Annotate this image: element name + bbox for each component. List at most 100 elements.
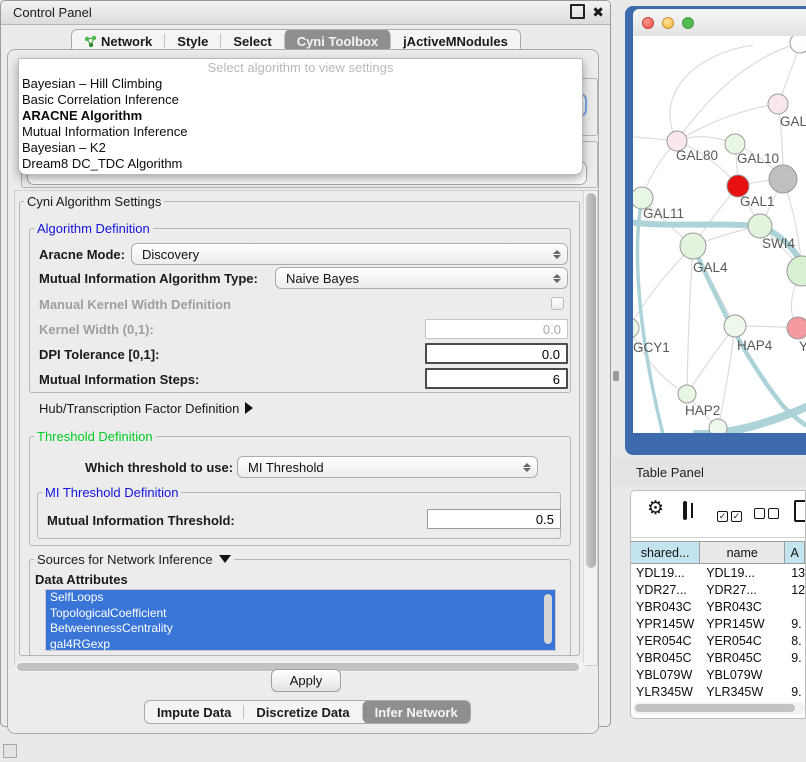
mi-type-combobox[interactable]: Naive Bayes (275, 267, 568, 289)
tab-label: Impute Data (157, 705, 231, 720)
algorithm-definition-title: Algorithm Definition (34, 221, 153, 236)
control-panel-titlebar[interactable]: Control Panel ✖ (1, 1, 610, 25)
network-node-label: GCY1 (633, 340, 670, 355)
table-row[interactable]: YBR043CYBR043C (631, 598, 805, 615)
tab-discretize-data[interactable]: Discretize Data (244, 701, 361, 723)
network-node-gal[interactable] (768, 94, 788, 114)
sources-title[interactable]: Sources for Network Inference (34, 552, 234, 567)
dropdown-item[interactable]: Dream8 DC_TDC Algorithm (19, 156, 582, 172)
aracne-mode-combobox[interactable]: Discovery (131, 243, 568, 265)
tab-infer-network[interactable]: Infer Network (363, 701, 470, 723)
table-horizontal-scrollbar[interactable] (633, 702, 805, 714)
panel-splitter-handle[interactable] (613, 371, 619, 381)
dropdown-item[interactable]: Mutual Information Inference (19, 124, 582, 140)
select-all-checks-icon[interactable]: ✓✓ (717, 507, 745, 522)
network-window-titlebar[interactable] (633, 9, 806, 36)
new-table-document-icon[interactable] (794, 500, 806, 522)
dropdown-item[interactable]: Bayesian – K2 (19, 140, 582, 156)
network-node-label: GAL1 (740, 194, 775, 209)
table-cell: 13 (785, 564, 805, 581)
table-settings-gear-icon[interactable]: ⚙ (647, 498, 664, 520)
network-node-hap2[interactable] (678, 385, 696, 403)
table-scrollbar-thumb[interactable] (635, 704, 795, 712)
dropdown-item[interactable]: Basic Correlation Inference (19, 92, 582, 108)
attribute-list-item[interactable]: TopologicalCoefficient (46, 606, 555, 622)
table-body: YDL19...YDL19...13YDR27...YDR27...12YBR0… (631, 564, 805, 715)
table-cell: 9. (785, 615, 805, 632)
table-toolbar: ⚙ ✓✓ (631, 491, 805, 538)
network-node-hap4[interactable] (724, 315, 746, 337)
network-node-label: Y (799, 339, 806, 354)
table-cell: YER054C (631, 632, 700, 649)
list-scrollbar-thumb[interactable] (544, 594, 552, 644)
settings-vertical-scrollbar[interactable] (583, 191, 597, 665)
docked-panel-chip[interactable] (3, 744, 17, 758)
table-cell: YBR043C (700, 598, 785, 615)
network-canvas[interactable]: GALGAL80GAL10GAL11GAL1GAL4SWI4GCY1HAP4YH… (633, 36, 806, 433)
network-node-label: GAL80 (676, 148, 718, 163)
tab-impute-data[interactable]: Impute Data (145, 701, 243, 723)
zoom-traffic-light[interactable] (682, 17, 694, 29)
dpi-tolerance-field[interactable]: 0.0 (425, 343, 568, 364)
split-columns-icon[interactable] (683, 501, 687, 520)
collapsed-arrow-icon (245, 402, 253, 414)
window-title: Control Panel (13, 5, 92, 20)
which-threshold-combobox[interactable]: MI Threshold (237, 456, 538, 478)
dropdown-item[interactable]: Bayesian – Hill Climbing (19, 76, 582, 92)
tab-label: Cyni Toolbox (297, 34, 378, 49)
table-cell: 12 (785, 581, 805, 598)
network-node-label: GAL10 (737, 151, 779, 166)
table-row[interactable]: YER054CYER054C8. (631, 632, 805, 649)
table-cell: YBR045C (700, 649, 785, 666)
manual-kernel-label: Manual Kernel Width Definition (39, 297, 231, 312)
vertical-scrollbar-thumb[interactable] (586, 193, 596, 568)
mi-steps-field[interactable]: 6 (425, 368, 568, 389)
mi-threshold-field[interactable]: 0.5 (427, 509, 561, 529)
kernel-width-field[interactable]: 0.0 (425, 319, 568, 339)
column-header[interactable]: name (700, 542, 785, 563)
table-row[interactable]: YDL19...YDL19...13 (631, 564, 805, 581)
table-cell: 9. (785, 683, 805, 700)
float-window-icon[interactable] (570, 4, 585, 19)
network-node[interactable] (790, 36, 806, 53)
dropdown-item[interactable]: ARACNE Algorithm (19, 108, 582, 124)
network-node-gcy1[interactable] (633, 318, 639, 338)
close-traffic-light[interactable] (642, 17, 654, 29)
table-cell: YLR345W (700, 683, 785, 700)
table-row[interactable]: YBR045CYBR045C9. (631, 649, 805, 666)
network-node-y[interactable] (787, 317, 806, 339)
table-cell: YBL079W (631, 666, 700, 683)
network-node[interactable] (769, 165, 797, 193)
table-cell (785, 666, 805, 683)
column-header[interactable]: A (785, 542, 805, 563)
dpi-tolerance-label: DPI Tolerance [0,1]: (39, 347, 159, 362)
network-node-label: HAP4 (737, 338, 773, 353)
network-node-gal4[interactable] (680, 233, 706, 259)
table-cell: YDL19... (631, 564, 700, 581)
table-panel-title: Table Panel (636, 465, 704, 480)
data-attributes-list[interactable]: SelfLoopsTopologicalCoefficientBetweenne… (45, 589, 556, 651)
table-row[interactable]: YPR145WYPR145W9. (631, 615, 805, 632)
attribute-list-item[interactable]: gal4RGexp (46, 637, 555, 652)
table-row[interactable]: YDR27...YDR27...12 (631, 581, 805, 598)
network-node-swi4[interactable] (787, 256, 806, 286)
table-row[interactable]: YBL079WYBL079W (631, 666, 805, 683)
network-edge (687, 326, 735, 394)
hub-section-toggle[interactable]: Hub/Transcription Factor Definition (39, 401, 253, 416)
network-node[interactable] (709, 419, 727, 433)
dropdown-placeholder: Select algorithm to view settings (19, 59, 582, 76)
column-header[interactable]: shared... (631, 542, 700, 563)
attribute-list-item[interactable]: BetweennessCentrality (46, 621, 555, 637)
network-node-gal1[interactable] (748, 214, 772, 238)
table-cell: 9. (785, 649, 805, 666)
which-threshold-value: MI Threshold (238, 460, 520, 475)
minimize-traffic-light[interactable] (662, 17, 674, 29)
attribute-list-item[interactable]: SelfLoops (46, 590, 555, 606)
table-row[interactable]: YLR345WYLR345W9. (631, 683, 805, 700)
which-threshold-label: Which threshold to use: (85, 460, 233, 475)
apply-button[interactable]: Apply (271, 669, 341, 692)
deselect-all-checks-icon[interactable] (754, 507, 782, 522)
manual-kernel-checkbox[interactable] (551, 297, 564, 310)
close-icon[interactable]: ✖ (592, 5, 604, 19)
aracne-mode-value: Discovery (132, 247, 550, 262)
